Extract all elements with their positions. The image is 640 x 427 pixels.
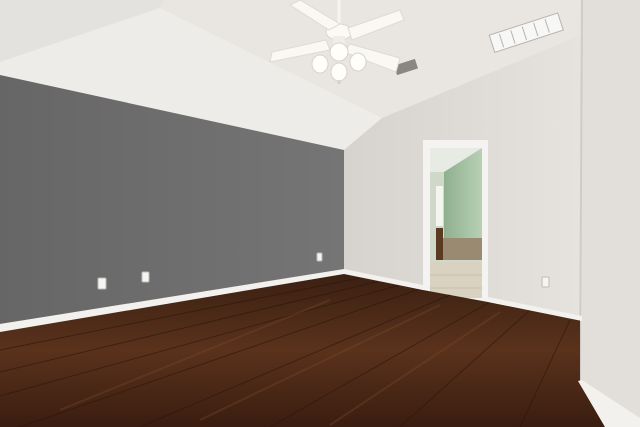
room-photo xyxy=(0,0,640,427)
bathtub-surround xyxy=(442,238,482,260)
bathroom-window xyxy=(436,186,443,226)
right-wall xyxy=(580,0,640,427)
outlet-icon xyxy=(141,271,150,283)
bathroom-cabinet xyxy=(436,228,443,260)
bathroom-tile-floor xyxy=(430,262,482,298)
outlet-icon xyxy=(541,276,550,288)
outlet-icon xyxy=(316,252,323,262)
outlet-icon xyxy=(97,277,107,290)
room-illustration xyxy=(0,0,640,427)
